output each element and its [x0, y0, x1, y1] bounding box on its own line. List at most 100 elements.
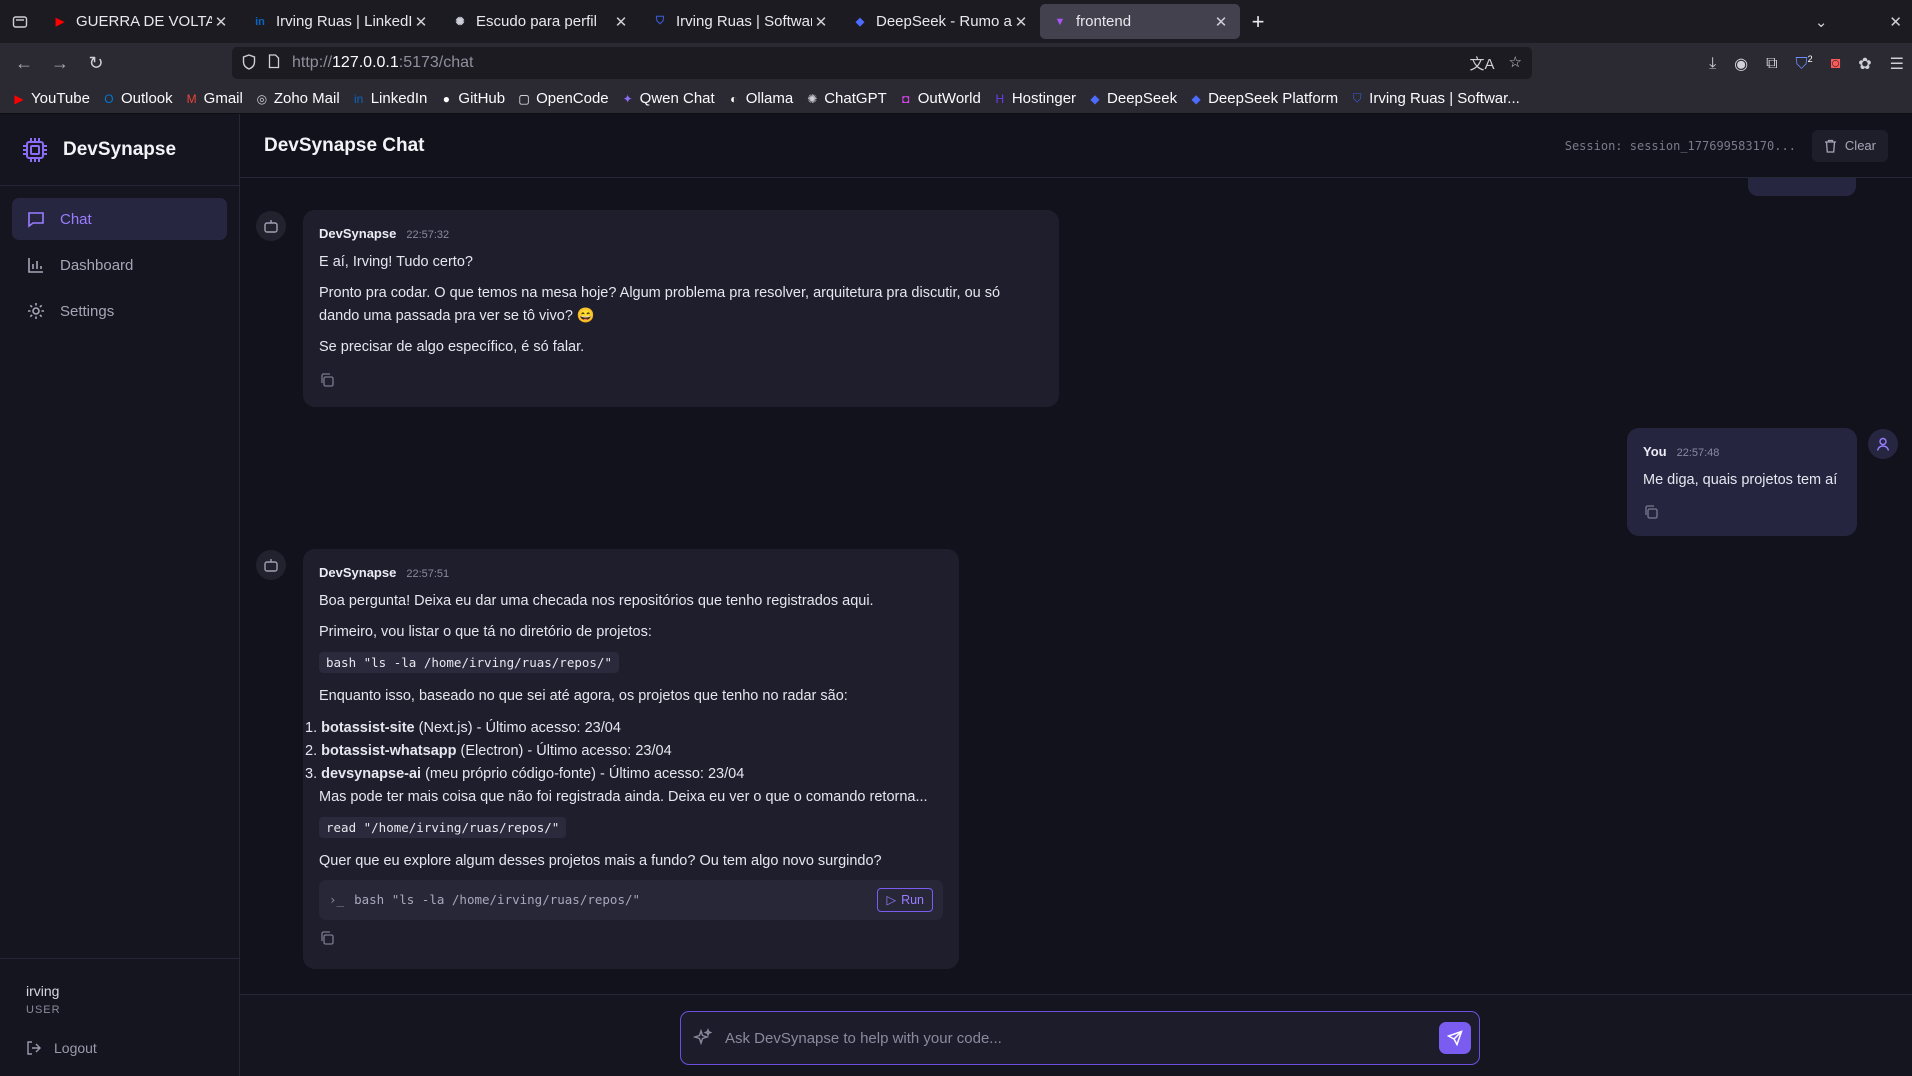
shield-icon[interactable] — [242, 53, 256, 73]
logout-label: Logout — [54, 1040, 97, 1056]
message-paragraph: Mas pode ter mais coisa que não foi regi… — [319, 789, 928, 806]
browser-tab[interactable]: ▼ frontend ✕ — [1040, 4, 1240, 39]
tab-title: frontend — [1076, 13, 1132, 30]
bookmark-label: LinkedIn — [370, 90, 428, 107]
composer-area — [240, 994, 1912, 1076]
message-list[interactable]: DevSynapse 22:57:32 E aí, Irving! Tudo c… — [240, 178, 1912, 994]
page-title: DevSynapse Chat — [264, 134, 425, 156]
bookmark-item[interactable]: ⛉ Irving Ruas | Softwar... — [1350, 90, 1520, 107]
bookmark-item[interactable]: ◘ OutWorld — [899, 90, 981, 107]
reload-icon[interactable]: ↻ — [78, 53, 114, 74]
bookmark-item[interactable]: H Hostinger — [993, 90, 1076, 107]
sidebar-item-settings[interactable]: Settings — [12, 290, 227, 332]
zoho-icon: ◎ — [256, 91, 268, 106]
clear-button[interactable]: Clear — [1811, 129, 1888, 162]
deepseek-icon: ◆ — [1090, 91, 1100, 106]
url-text[interactable]: http://127.0.0.1:5173/chat — [292, 54, 474, 72]
forward-icon[interactable]: → — [42, 53, 78, 74]
menu-icon[interactable]: ☰ — [1890, 54, 1904, 74]
bookmark-star-icon[interactable]: ☆ — [1509, 53, 1522, 74]
screen-record-icon[interactable]: ◙ — [1831, 55, 1841, 73]
downloads-icon[interactable]: ⤓ — [1709, 55, 1716, 73]
browser-tab[interactable]: ◆ DeepSeek - Rumo ao De✕ — [840, 4, 1040, 39]
message-paragraph: Enquanto isso, baseado no que sei até ag… — [319, 688, 848, 705]
tab-close-icon[interactable]: ✕ — [612, 13, 630, 31]
bitwarden-icon[interactable]: ⛉2 — [1796, 54, 1813, 73]
tab-title: GUERRA DE VOLTA AO I — [76, 13, 212, 30]
project-list: 1. botassist-site (Next.js) - Último ace… — [305, 717, 943, 787]
list-item: 3. devsynapse-ai (meu próprio código-fon… — [305, 765, 745, 782]
tab-close-icon[interactable]: ✕ — [212, 13, 230, 31]
send-button[interactable] — [1439, 1022, 1471, 1054]
extension-puzzle-icon[interactable]: ✿ — [1858, 54, 1871, 74]
sidebar-item-chat[interactable]: Chat — [12, 198, 227, 240]
browser-tab[interactable]: in Irving Ruas | LinkedIn ✕ — [240, 4, 440, 39]
extensions-icon[interactable]: ⧉ — [1766, 55, 1777, 73]
tab-title: Escudo para perfil — [476, 13, 597, 30]
account-icon[interactable]: ◉ — [1734, 54, 1748, 74]
new-tab-button[interactable]: + — [1240, 9, 1276, 35]
tab-close-icon[interactable]: ✕ — [412, 13, 430, 31]
logout-button[interactable]: Logout — [26, 1040, 213, 1056]
bot-avatar — [256, 550, 286, 580]
inline-code: read "/home/irving/ruas/repos/" — [319, 817, 567, 839]
tab-close-icon[interactable]: ✕ — [1212, 13, 1230, 31]
list-item: 1. botassist-site (Next.js) - Último ace… — [305, 719, 621, 736]
outlook-icon: O — [104, 91, 114, 106]
sidebar-item-label: Dashboard — [60, 256, 134, 274]
clear-label: Clear — [1844, 138, 1876, 153]
bookmark-item[interactable]: ◆ DeepSeek Platform — [1189, 90, 1338, 107]
back-icon[interactable]: ← — [6, 53, 42, 74]
tab-overview-icon[interactable] — [0, 0, 40, 43]
message-sender: You — [1643, 444, 1667, 459]
address-bar[interactable]: http://127.0.0.1:5173/chat 文A ☆ — [232, 47, 1532, 79]
command-block: ›_ bash "ls -la /home/irving/ruas/repos/… — [319, 879, 943, 920]
browser-tab[interactable]: ⛉ Irving Ruas | Software, A✕ — [640, 4, 840, 39]
bookmark-item[interactable]: ✦ Qwen Chat — [621, 90, 715, 107]
opencode-icon: ▢ — [518, 91, 530, 106]
bookmark-item[interactable]: ✺ ChatGPT — [805, 90, 887, 107]
bot-avatar — [256, 211, 286, 241]
bookmark-item[interactable]: M Gmail — [185, 90, 243, 107]
browser-tab[interactable]: ▶ GUERRA DE VOLTA AO I✕ — [40, 4, 240, 39]
bookmark-label: Ollama — [745, 90, 794, 107]
tab-close-icon[interactable]: ✕ — [1012, 13, 1030, 31]
page-icon — [268, 54, 280, 72]
copy-icon[interactable] — [319, 372, 335, 388]
bookmark-label: OpenCode — [536, 90, 609, 107]
sidebar-item-dashboard[interactable]: Dashboard — [12, 244, 227, 286]
message-text: Me diga, quais projetos tem aí — [1643, 471, 1838, 488]
bookmark-item[interactable]: ◎ Zoho Mail — [255, 90, 340, 107]
copy-icon[interactable] — [1643, 504, 1659, 520]
translate-icon[interactable]: 文A — [1470, 53, 1495, 74]
message-paragraph: Pronto pra codar. O que temos na mesa ho… — [319, 284, 1001, 325]
bot-icon — [264, 559, 278, 572]
assistant-message: DevSynapse 22:57:51 Boa pergunta! Deixa … — [303, 549, 959, 969]
window-close-icon[interactable]: ✕ — [1889, 13, 1902, 31]
bookmark-item[interactable]: ◐ Ollama — [727, 90, 794, 107]
tab-close-icon[interactable]: ✕ — [812, 13, 830, 31]
browser-tab[interactable]: ✺ Escudo para perfil ✕ — [440, 4, 640, 39]
previous-message-edge — [1748, 178, 1856, 196]
session-id: Session: session_177699583170... — [1564, 138, 1796, 153]
copy-icon[interactable] — [319, 930, 335, 946]
message-paragraph: E aí, Irving! Tudo certo? — [319, 253, 473, 270]
bookmark-item[interactable]: O Outlook — [102, 90, 172, 107]
message-input[interactable] — [725, 1029, 1439, 1047]
tab-list-chevron-icon[interactable]: ⌄ — [1815, 13, 1828, 31]
command-text: bash "ls -la /home/irving/ruas/repos/" — [354, 891, 641, 907]
sidebar-nav: Chat Dashboard Settings — [0, 186, 239, 348]
bookmark-item[interactable]: ● GitHub — [439, 90, 505, 107]
bookmark-item[interactable]: ▢ OpenCode — [517, 90, 609, 107]
user-name: irving — [26, 983, 60, 999]
bookmark-label: YouTube — [31, 90, 90, 107]
bookmark-item[interactable]: in LinkedIn — [352, 90, 428, 107]
user-panel: irving USER Logout — [0, 958, 239, 1076]
message-paragraph: Boa pergunta! Deixa eu dar uma checada n… — [319, 592, 874, 609]
bookmark-item[interactable]: ◆ DeepSeek — [1088, 90, 1177, 107]
bookmark-item[interactable]: ▶ YouTube — [12, 90, 90, 107]
run-button[interactable]: ▷ Run — [877, 887, 933, 912]
bookmark-label: OutWorld — [917, 90, 981, 107]
chat-header: DevSynapse Chat Session: session_1776995… — [240, 114, 1912, 178]
sidebar-item-label: Chat — [60, 210, 92, 228]
